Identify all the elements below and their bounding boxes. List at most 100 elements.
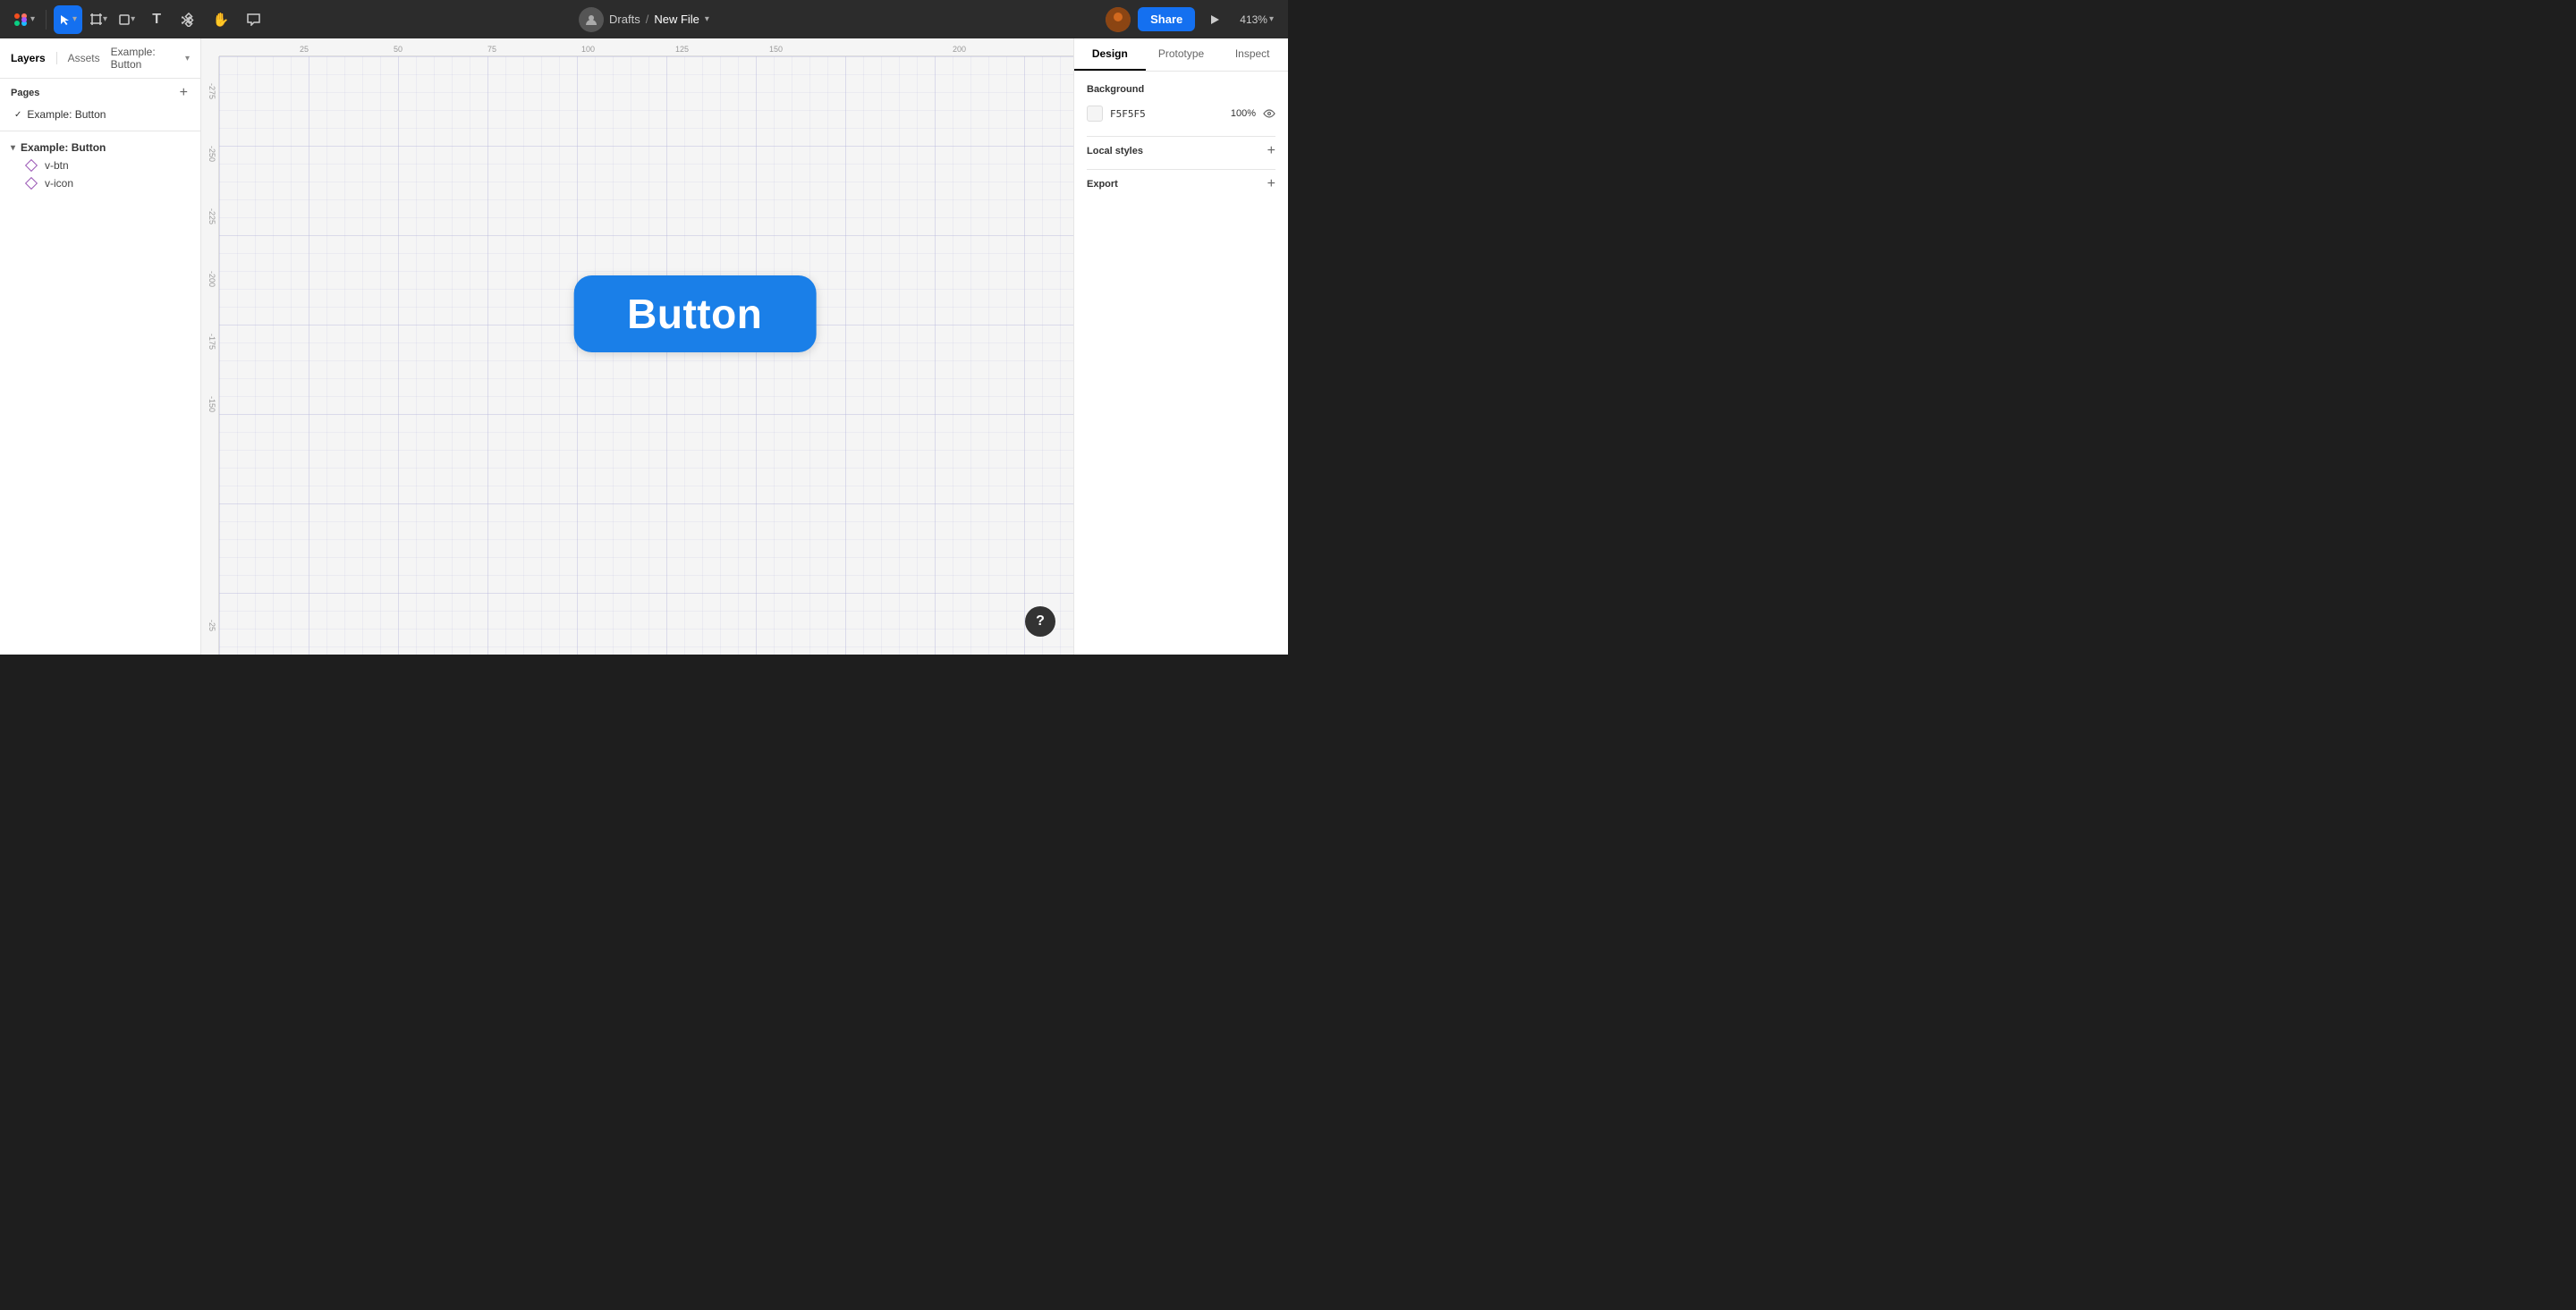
breadcrumb-chevron-icon: ▾ xyxy=(185,54,190,63)
ruler-vtick-150: -150 xyxy=(208,396,216,412)
breadcrumb-parent[interactable]: Drafts xyxy=(609,13,640,26)
ruler-vtick-200: -200 xyxy=(208,271,216,287)
ruler-tick-150: 150 xyxy=(769,46,783,55)
breadcrumb-separator: / xyxy=(646,13,649,26)
text-tool-button[interactable]: T xyxy=(142,5,171,34)
toolbar: ▾ ▾ ▾ ▾ xyxy=(0,0,1288,38)
layer-label-v-icon: v-icon xyxy=(45,177,73,190)
frame-arrow-icon: ▾ xyxy=(103,14,107,24)
background-section-header: Background xyxy=(1087,84,1275,95)
ruler-tick-25: 25 xyxy=(300,46,309,55)
zoom-button[interactable]: 413% ▾ xyxy=(1234,10,1279,30)
user-icon xyxy=(579,7,604,32)
toolbar-left: ▾ ▾ ▾ ▾ xyxy=(9,5,267,34)
divider-2 xyxy=(1087,169,1275,170)
ruler-vtick-275: -275 xyxy=(208,83,216,99)
shape-arrow-icon: ▾ xyxy=(131,14,135,24)
visibility-toggle-button[interactable] xyxy=(1263,107,1275,121)
panel-tabs: Layers Assets Example: Button ▾ xyxy=(0,38,200,79)
comment-tool-button[interactable] xyxy=(239,5,267,34)
hand-icon: ✋ xyxy=(213,12,230,28)
left-panel: Layers Assets Example: Button ▾ Pages + … xyxy=(0,38,201,655)
ruler-tick-50: 50 xyxy=(394,46,402,55)
layer-group-label: Example: Button xyxy=(21,141,106,154)
layer-group-header[interactable]: ▾ Example: Button xyxy=(0,139,200,156)
component-layer-icon-2 xyxy=(25,177,38,190)
select-arrow-icon: ▾ xyxy=(72,14,77,24)
design-tab[interactable]: Design xyxy=(1074,38,1146,71)
pages-title: Pages xyxy=(11,88,39,98)
bg-color-swatch[interactable] xyxy=(1087,106,1103,122)
canvas-content[interactable]: Button xyxy=(219,56,1073,655)
prototype-tab[interactable]: Prototype xyxy=(1146,38,1217,71)
shape-tool-button[interactable]: ▾ xyxy=(114,5,139,34)
component-tool-button[interactable] xyxy=(174,5,203,34)
main-menu-button[interactable]: ▾ xyxy=(9,5,38,34)
layers-list: ▾ Example: Button v-btn v-icon xyxy=(0,131,200,655)
zoom-arrow-icon: ▾ xyxy=(1269,14,1274,24)
right-panel-content: Background F5F5F5 100% Local styles + xyxy=(1074,72,1288,655)
toolbar-right: Share 413% ▾ xyxy=(1106,7,1279,32)
diamond-icon xyxy=(25,159,38,172)
toolbar-sep-1 xyxy=(46,10,47,30)
layer-label-v-btn: v-btn xyxy=(45,159,69,172)
layers-tab[interactable]: Layers xyxy=(11,50,46,66)
breadcrumb-title[interactable]: New File xyxy=(654,13,699,26)
main-layout: Layers Assets Example: Button ▾ Pages + … xyxy=(0,38,1288,655)
divider-1 xyxy=(1087,136,1275,137)
local-styles-section: Local styles + xyxy=(1087,144,1275,158)
select-tool-button[interactable]: ▾ xyxy=(54,5,82,34)
check-icon: ✓ xyxy=(14,110,21,120)
layer-item-v-icon[interactable]: v-icon xyxy=(0,174,200,192)
play-button[interactable] xyxy=(1202,7,1227,32)
bg-color-hex[interactable]: F5F5F5 xyxy=(1110,108,1146,120)
local-styles-label: Local styles xyxy=(1087,146,1143,156)
canvas-area[interactable]: 25 50 75 100 125 150 200 -275 -250 -225 … xyxy=(201,38,1073,655)
canvas-button[interactable]: Button xyxy=(573,275,816,352)
pages-section: Pages + ✓ Example: Button xyxy=(0,79,200,131)
assets-tab[interactable]: Assets xyxy=(68,50,100,66)
zoom-label: 413% xyxy=(1240,13,1267,26)
text-icon: T xyxy=(152,12,161,28)
component-layer-icon xyxy=(25,159,38,172)
page-item[interactable]: ✓ Example: Button xyxy=(11,106,190,123)
user-avatar-icon xyxy=(585,13,597,26)
layer-item-v-btn[interactable]: v-btn xyxy=(0,156,200,174)
frame-breadcrumb[interactable]: Example: Button ▾ xyxy=(111,46,190,71)
share-button[interactable]: Share xyxy=(1138,7,1195,31)
toolbar-center: Drafts / New File ▾ xyxy=(579,7,709,32)
ruler-vtick-250: -250 xyxy=(208,146,216,162)
title-arrow-icon[interactable]: ▾ xyxy=(705,14,709,24)
avatar-image xyxy=(1106,7,1131,32)
user-avatar[interactable] xyxy=(1106,7,1131,32)
play-icon xyxy=(1209,14,1220,25)
ruler-vtick-225: -225 xyxy=(208,208,216,224)
inspect-tab[interactable]: Inspect xyxy=(1216,38,1288,71)
ruler-tick-100: 100 xyxy=(581,46,595,55)
select-icon xyxy=(59,13,72,26)
shape-icon xyxy=(118,13,131,26)
diamond-icon-2 xyxy=(25,177,38,190)
eye-icon xyxy=(1263,109,1275,118)
background-label: Background xyxy=(1087,84,1144,95)
help-button[interactable]: ? xyxy=(1025,606,1055,637)
page-item-label: Example: Button xyxy=(27,108,106,121)
hand-tool-button[interactable]: ✋ xyxy=(207,5,235,34)
ruler-vertical: -275 -250 -225 -200 -175 -150 -25 xyxy=(201,56,219,655)
right-panel: Design Prototype Inspect Background F5F5… xyxy=(1073,38,1288,655)
right-panel-tabs: Design Prototype Inspect xyxy=(1074,38,1288,72)
ruler-tick-200: 200 xyxy=(953,46,966,55)
panel-tab-divider xyxy=(56,52,57,64)
add-export-button[interactable]: + xyxy=(1267,177,1275,191)
pages-header: Pages + xyxy=(11,86,190,100)
background-color-row: F5F5F5 100% xyxy=(1087,106,1275,122)
add-local-style-button[interactable]: + xyxy=(1267,144,1275,158)
bg-color-opacity[interactable]: 100% xyxy=(1231,108,1256,119)
frame-tool-button[interactable]: ▾ xyxy=(86,5,111,34)
component-icon xyxy=(182,13,196,27)
add-page-button[interactable]: + xyxy=(178,86,190,100)
export-section: Export + xyxy=(1087,177,1275,191)
frame-breadcrumb-text: Example: Button xyxy=(111,46,183,71)
ruler-horizontal: 25 50 75 100 125 150 200 xyxy=(219,38,1073,56)
frame-icon xyxy=(89,13,103,26)
